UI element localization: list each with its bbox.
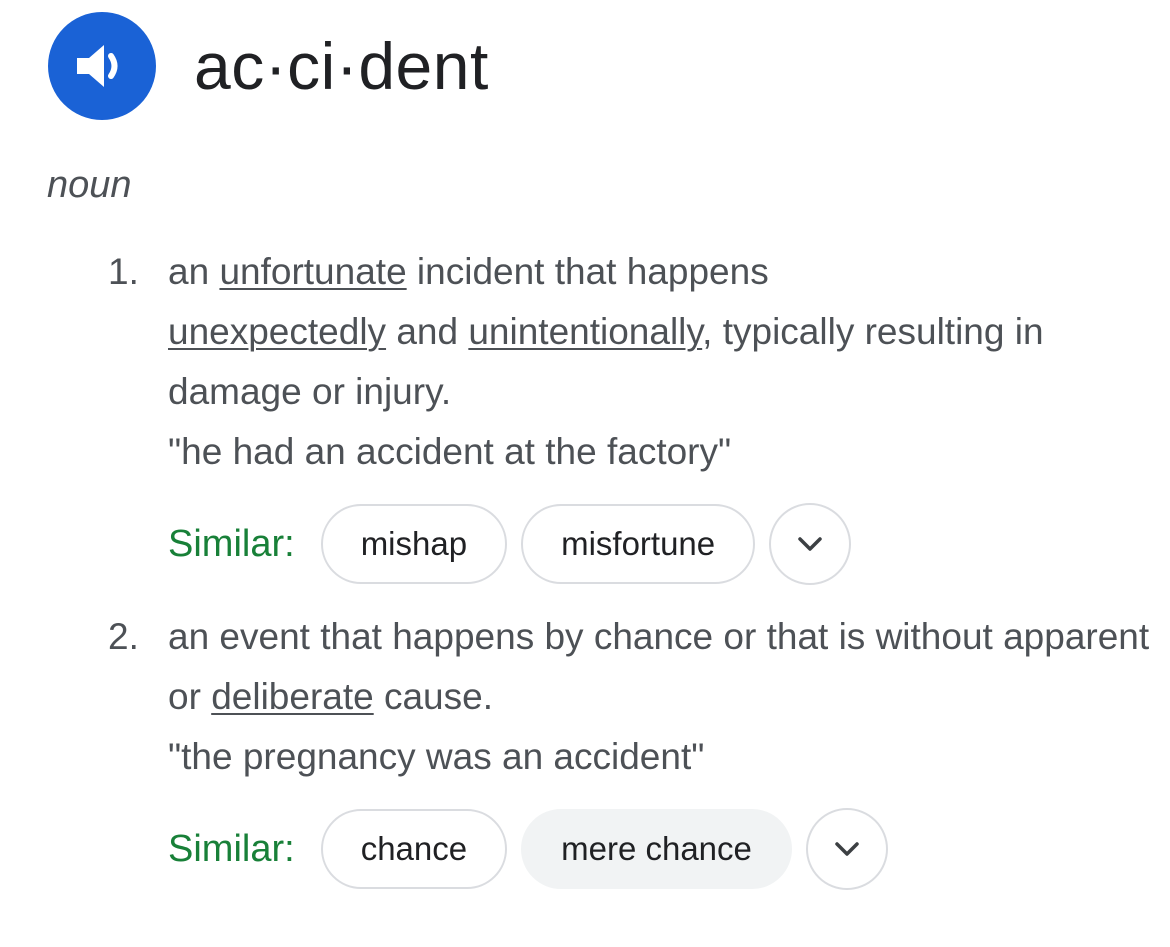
similar-chip-misfortune[interactable]: misfortune bbox=[521, 504, 756, 584]
similar-words-row: Similar: mishap misfortune bbox=[168, 502, 1158, 586]
definition-segment: and bbox=[386, 311, 469, 352]
expand-similar-button[interactable] bbox=[769, 503, 852, 585]
sense-body: an unfortunate incident that happens une… bbox=[168, 242, 1158, 586]
definition-text: an unfortunate incident that happens une… bbox=[168, 242, 1158, 422]
sense-number: 1. bbox=[108, 251, 139, 292]
similar-label: Similar: bbox=[168, 522, 295, 565]
chevron-down-icon bbox=[835, 842, 859, 856]
example-sentence: "he had an accident at the factory" bbox=[168, 431, 732, 472]
expand-similar-button[interactable] bbox=[805, 808, 888, 890]
similar-chip-mishap[interactable]: mishap bbox=[320, 504, 508, 584]
definition-segment: incident that happens bbox=[406, 251, 769, 292]
part-of-speech: noun bbox=[47, 164, 132, 206]
definition-text: an event that happens by chance or that … bbox=[168, 607, 1158, 727]
dictionary-card: ac·ci·dent noun 1. an unfortunate incide… bbox=[0, 0, 1170, 947]
definition-segment: cause. bbox=[373, 676, 493, 717]
definition-segment: an bbox=[168, 251, 220, 292]
entry-header: ac·ci·dent bbox=[48, 12, 489, 120]
similar-words-row: Similar: chance mere chance bbox=[168, 807, 1158, 891]
chevron-down-icon bbox=[798, 537, 822, 551]
volume-up-icon bbox=[77, 45, 118, 87]
sense-body: an event that happens by chance or that … bbox=[168, 607, 1158, 891]
similar-label: Similar: bbox=[168, 827, 295, 870]
similar-chip-mere-chance[interactable]: mere chance bbox=[521, 809, 792, 889]
example-sentence: "the pregnancy was an accident" bbox=[168, 736, 705, 777]
definition-link-unintentionally[interactable]: unintentionally bbox=[468, 311, 702, 352]
definition-link-unexpectedly[interactable]: unexpectedly bbox=[168, 311, 386, 352]
pronounce-button[interactable] bbox=[48, 12, 156, 120]
similar-chip-chance[interactable]: chance bbox=[320, 809, 508, 889]
definition-link-deliberate[interactable]: deliberate bbox=[211, 676, 374, 717]
sense-number: 2. bbox=[108, 616, 139, 657]
definition-link-unfortunate[interactable]: unfortunate bbox=[219, 251, 406, 292]
headword: ac·ci·dent bbox=[194, 29, 489, 103]
